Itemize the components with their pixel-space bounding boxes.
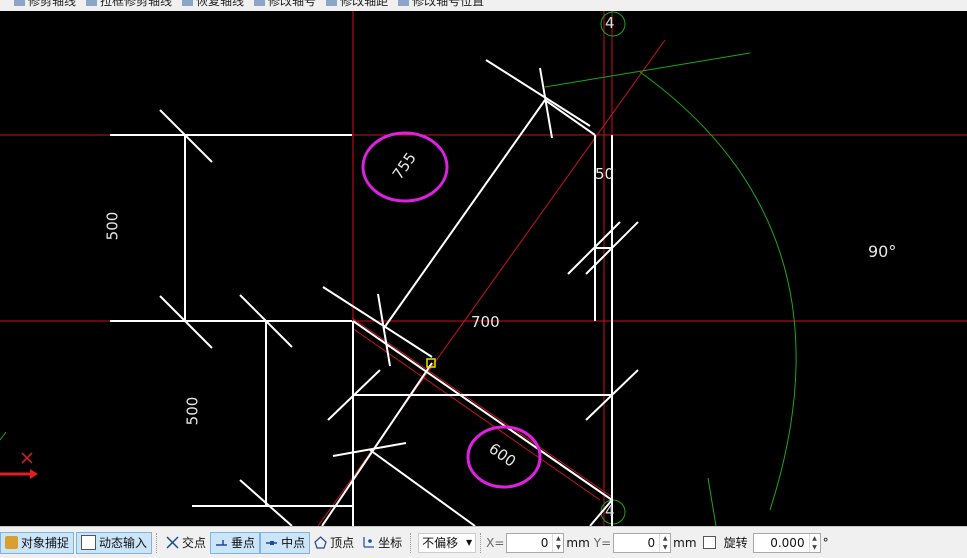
- toolbar-item-restore-axis[interactable]: 恢复轴线: [182, 0, 244, 9]
- x-unit: mm: [566, 535, 590, 550]
- y-spinner-icon[interactable]: ▲ ▼: [659, 533, 670, 552]
- arc-edge: [0, 431, 7, 441]
- rotate-spinner-icon[interactable]: ▲ ▼: [808, 533, 820, 552]
- x-input[interactable]: 0 ▲ ▼: [506, 532, 565, 553]
- coordinate-icon: [362, 536, 375, 549]
- snap-coordinate-toggle[interactable]: 坐标: [358, 532, 406, 554]
- y-label: Y=: [593, 535, 612, 550]
- snap-vertex-toggle[interactable]: 顶点: [310, 532, 358, 554]
- trim-axis-icon: [14, 0, 25, 6]
- box-trim-icon: [86, 0, 98, 6]
- separator: [156, 532, 158, 553]
- edit-axis-position-icon: [398, 0, 410, 6]
- snap-intersection-toggle[interactable]: 交点: [162, 532, 210, 554]
- edit-axis-spacing-icon: [326, 0, 338, 6]
- toolbar-item-edit-axis-spacing[interactable]: 修改轴距: [326, 0, 388, 9]
- dynamic-input-toggle[interactable]: 动态输入: [76, 531, 153, 554]
- toolbar-item-edit-axis-number[interactable]: 修改轴号: [254, 0, 316, 9]
- axis-lines: [0, 11, 967, 526]
- snap-perpendicular-toggle[interactable]: 垂点: [210, 531, 261, 554]
- restore-axis-icon: [182, 0, 194, 6]
- dim-line-600: [321, 362, 433, 526]
- arc-path: [639, 71, 797, 511]
- highlight-circles: [361, 131, 542, 489]
- perpendicular-icon: [215, 536, 228, 549]
- toolbar-item-trim-axis[interactable]: 修剪轴线: [14, 0, 76, 9]
- arc-tick: [707, 477, 717, 526]
- arc-dim-line: [544, 52, 751, 88]
- toolbar-item-edit-axis-number-position[interactable]: 修改轴号位置: [398, 0, 484, 9]
- wall-diag-lower: [352, 320, 613, 501]
- axis-number-bottom: 4: [605, 502, 615, 520]
- separator: [410, 532, 412, 553]
- y-value: 0: [647, 535, 656, 550]
- intersection-icon: [166, 536, 179, 549]
- snap-midpoint-toggle[interactable]: 中点: [260, 531, 311, 554]
- status-bar: 对象捕捉 动态输入 交点 垂点 中点 顶点 坐标 不偏移 ▼ X= 0 ▲ ▼ m…: [0, 526, 967, 558]
- degree-symbol: °: [822, 535, 829, 550]
- walls: [110, 59, 639, 526]
- dynamic-input-icon: [81, 535, 97, 550]
- dim-text-500-upper: 500: [103, 211, 122, 241]
- offset-select[interactable]: 不偏移 ▼: [418, 532, 477, 553]
- rotate-checkbox[interactable]: [702, 536, 716, 549]
- angle-arc: [0, 11, 797, 526]
- axis-number-top: 4: [605, 14, 615, 32]
- rotate-input[interactable]: 0.000 ▲ ▼: [752, 532, 821, 553]
- axis-line-diag2: [351, 317, 613, 498]
- rotate-value: 0.000: [770, 535, 805, 550]
- object-snap-toggle[interactable]: 对象捕捉: [0, 531, 75, 554]
- vertex-icon: [314, 536, 327, 549]
- dim-text-700: 700: [471, 313, 500, 331]
- tick-10: [369, 449, 476, 526]
- angle-text: 90°: [868, 242, 897, 261]
- wall-diag-top: [544, 99, 596, 136]
- x-spinner-icon[interactable]: ▲ ▼: [552, 533, 563, 552]
- rotate-label: 旋转: [723, 536, 748, 550]
- separator: [480, 532, 482, 553]
- midpoint-icon: [265, 536, 278, 549]
- top-toolbar: 修剪轴线 拉框修剪轴线 恢复轴线 修改轴号 修改轴距 修改轴号位置: [0, 0, 967, 11]
- chevron-down-icon: ▼: [465, 538, 473, 547]
- tick-5: [485, 59, 591, 127]
- dim-text-50: 50: [595, 165, 615, 183]
- object-snap-icon: [5, 536, 18, 549]
- edit-axis-number-icon: [254, 0, 266, 6]
- toolbar-item-box-trim-axis[interactable]: 拉框修剪轴线: [86, 0, 172, 9]
- dim-text-500-lower: 500: [183, 396, 202, 426]
- cad-drawing: [0, 11, 967, 526]
- drawing-canvas[interactable]: 4 4 500 500 755 50 700 600 90°: [0, 11, 967, 526]
- y-input[interactable]: 0 ▲ ▼: [613, 532, 672, 553]
- x-value: 0: [540, 535, 549, 550]
- x-label: X=: [486, 535, 505, 550]
- ucs-icon: [0, 452, 38, 479]
- y-unit: mm: [673, 535, 697, 550]
